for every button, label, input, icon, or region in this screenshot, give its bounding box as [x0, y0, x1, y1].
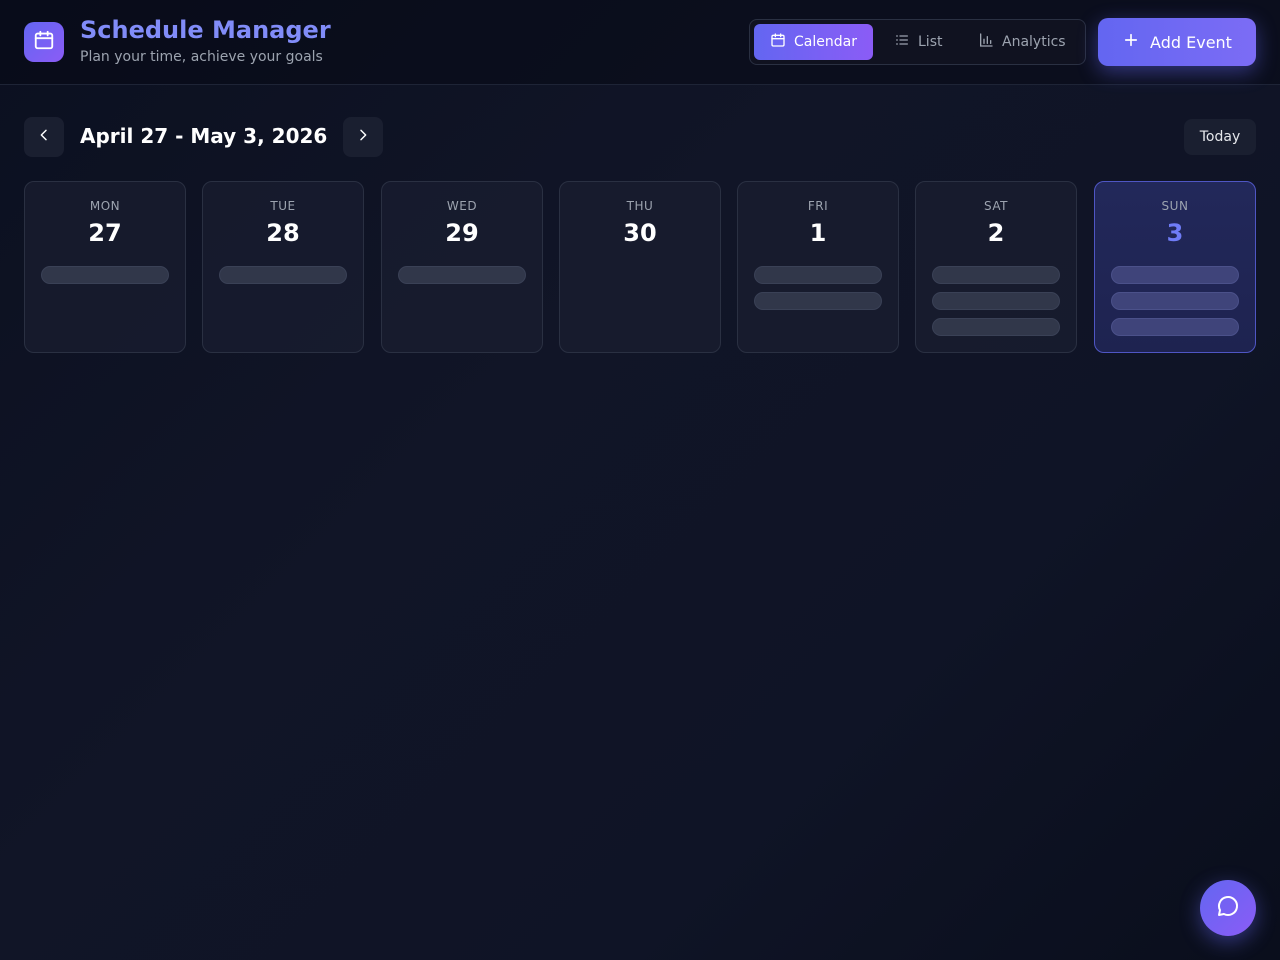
day-number: 30 [623, 219, 657, 247]
day-card-tue[interactable]: TUE 28 [202, 181, 364, 353]
view-tab-calendar[interactable]: Calendar [754, 24, 873, 60]
next-week-button[interactable] [343, 117, 383, 157]
chevron-right-icon [355, 127, 371, 147]
day-number: 2 [987, 219, 1005, 247]
calendar-icon [770, 32, 786, 52]
day-number: 3 [1166, 219, 1184, 247]
day-name: THU [626, 199, 654, 213]
day-number: 29 [445, 219, 479, 247]
view-tab-list[interactable]: List [878, 24, 958, 60]
today-button[interactable]: Today [1184, 119, 1256, 155]
view-switcher: Calendar List Analytics [749, 19, 1086, 65]
event-placeholder[interactable] [1111, 318, 1239, 336]
event-placeholder[interactable] [398, 266, 526, 284]
day-name: MON [89, 199, 121, 213]
view-tab-label: Calendar [794, 34, 857, 50]
day-name: SAT [984, 199, 1008, 213]
view-tab-label: List [918, 34, 943, 50]
day-card-mon[interactable]: MON 27 [24, 181, 186, 353]
day-number: 28 [266, 219, 300, 247]
app-title: Schedule Manager [80, 16, 331, 44]
list-icon [894, 32, 910, 52]
week-range-title: April 27 - May 3, 2026 [80, 124, 328, 148]
chevron-left-icon [36, 127, 52, 147]
chat-bubble-icon [1216, 894, 1240, 922]
day-name: TUE [270, 199, 296, 213]
app-logo [24, 22, 64, 62]
bar-chart-icon [978, 32, 994, 52]
event-placeholder[interactable] [1111, 266, 1239, 284]
add-event-button[interactable]: Add Event [1098, 18, 1256, 66]
plus-icon [1122, 31, 1140, 53]
day-name: SUN [1161, 199, 1189, 213]
event-placeholder[interactable] [1111, 292, 1239, 310]
day-number: 1 [809, 219, 827, 247]
day-name: FRI [807, 199, 829, 213]
view-tab-label: Analytics [1002, 34, 1066, 50]
day-card-sun[interactable]: SUN 3 [1094, 181, 1256, 353]
event-placeholder[interactable] [754, 292, 882, 310]
previous-week-button[interactable] [24, 117, 64, 157]
day-card-sat[interactable]: SAT 2 [915, 181, 1077, 353]
day-card-fri[interactable]: FRI 1 [737, 181, 899, 353]
event-placeholder[interactable] [932, 266, 1060, 284]
day-name: WED [446, 199, 478, 213]
event-placeholder[interactable] [754, 266, 882, 284]
day-card-thu[interactable]: THU 30 [559, 181, 721, 353]
day-number: 27 [88, 219, 122, 247]
view-tab-analytics[interactable]: Analytics [962, 24, 1082, 60]
event-placeholder[interactable] [932, 292, 1060, 310]
chat-button[interactable] [1200, 880, 1256, 936]
app-subtitle: Plan your time, achieve your goals [80, 49, 323, 65]
day-card-wed[interactable]: WED 29 [381, 181, 543, 353]
add-event-label: Add Event [1150, 32, 1232, 52]
event-placeholder[interactable] [41, 266, 169, 284]
app-header: Schedule Manager Plan your time, achieve… [0, 0, 1280, 85]
calendar-icon [33, 29, 55, 55]
event-placeholder[interactable] [932, 318, 1060, 336]
event-placeholder[interactable] [219, 266, 347, 284]
